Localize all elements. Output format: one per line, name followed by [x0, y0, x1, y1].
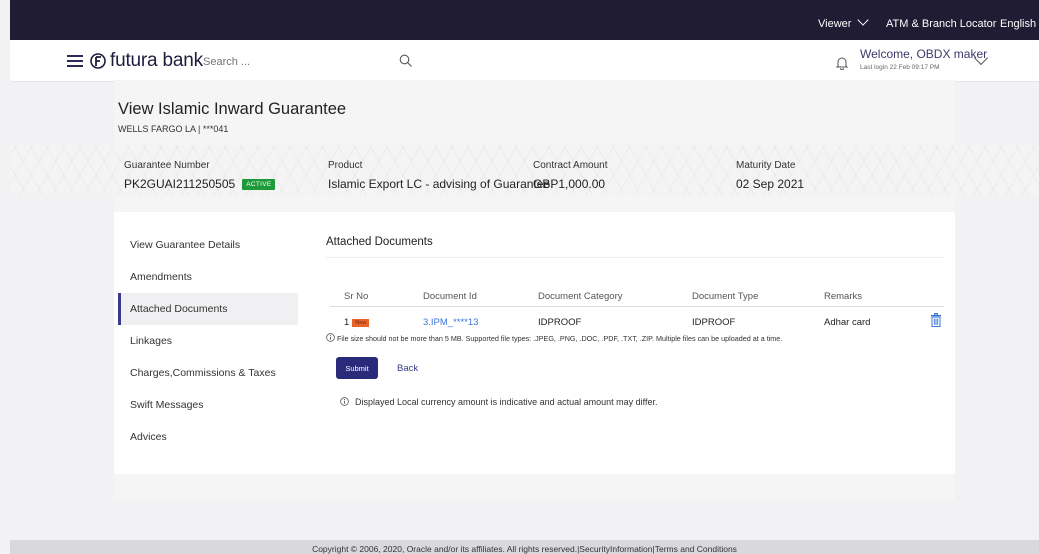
product-value: Islamic Export LC - advising of Guarante…: [328, 177, 554, 191]
sr-no-value: 1: [344, 317, 350, 328]
info-icon: [340, 397, 349, 406]
header: futura bank Welcome, OBDX maker Last log…: [10, 40, 1039, 82]
viewer-label: Viewer: [818, 18, 852, 30]
divider: [326, 257, 944, 258]
page-title: View Islamic Inward Guarantee: [118, 100, 347, 118]
column-header-remarks: Remarks: [824, 291, 863, 302]
file-size-note: File size should not be more than 5 MB. …: [337, 334, 783, 343]
guarantee-number: PK2GUAI211250505 ACTIVE: [124, 177, 276, 191]
document-category-cell: IDPROOF: [538, 317, 582, 328]
info-icon: [326, 333, 335, 342]
column-header-sr-no: Sr No: [344, 291, 369, 302]
remarks-cell: Adhar card: [824, 317, 871, 328]
chevron-down-icon: [857, 14, 870, 26]
atm-branch-locator-link[interactable]: ATM & Branch Locator: [886, 0, 996, 40]
nav-item-view-guarantee-details[interactable]: View Guarantee Details: [118, 229, 298, 261]
hamburger-menu-icon[interactable]: [67, 55, 83, 67]
language-selector[interactable]: English: [1000, 0, 1036, 40]
maturity-date-value: 02 Sep 2021: [736, 177, 805, 191]
futura-logo-icon: [90, 53, 106, 69]
contract-amount-value: GBP1,000.00: [533, 177, 606, 191]
viewer-dropdown[interactable]: Viewer: [818, 0, 870, 40]
trash-icon[interactable]: [930, 313, 942, 327]
back-button[interactable]: Back: [397, 363, 418, 374]
table-header-divider: [330, 306, 944, 307]
nav-item-advices[interactable]: Advices: [118, 421, 298, 453]
guarantee-summary: Guarantee Number PK2GUAI211250505 ACTIVE …: [10, 145, 1039, 195]
column-header-document-id: Document Id: [423, 291, 477, 302]
last-login: Last login 22 Feb 09:17 PM: [860, 64, 940, 71]
brand-name: futura bank: [110, 50, 203, 71]
nav-item-amendments[interactable]: Amendments: [118, 261, 298, 293]
currency-disclaimer: Displayed Local currency amount is indic…: [355, 397, 658, 407]
status-badge: ACTIVE: [242, 179, 276, 190]
section-title: Attached Documents: [326, 236, 433, 248]
nav-item-linkages[interactable]: Linkages: [118, 325, 298, 357]
guarantee-number-value: PK2GUAI211250505: [124, 177, 236, 191]
column-header-document-category: Document Category: [538, 291, 623, 302]
nav-item-swift-messages[interactable]: Swift Messages: [118, 389, 298, 421]
nav-item-charges-commissions-taxes[interactable]: Charges,Commissions & Taxes: [118, 357, 298, 389]
guarantee-number-label: Guarantee Number: [124, 160, 210, 171]
product-label: Product: [328, 160, 363, 171]
new-badge: New: [352, 319, 370, 327]
page-subtitle: WELLS FARGO LA | ***041: [118, 124, 229, 134]
contract-amount-label: Contract Amount: [533, 160, 608, 171]
maturity-date-label: Maturity Date: [736, 160, 796, 171]
sr-no-cell: 1 New: [344, 317, 370, 328]
document-id-link[interactable]: 3.IPM_****13: [423, 317, 478, 328]
nav-item-attached-documents[interactable]: Attached Documents: [118, 293, 298, 325]
submit-button[interactable]: Submit: [336, 357, 378, 379]
bell-icon[interactable]: [836, 56, 848, 70]
search-icon[interactable]: [399, 54, 413, 68]
column-header-document-type: Document Type: [692, 291, 759, 302]
top-bar: Viewer ATM & Branch Locator English: [10, 0, 1039, 40]
footer: Copyright © 2006, 2020, Oracle and/or it…: [10, 540, 1039, 554]
search-input[interactable]: [203, 52, 408, 72]
welcome-user[interactable]: Welcome, OBDX maker: [860, 47, 987, 61]
document-type-cell: IDPROOF: [692, 317, 736, 328]
